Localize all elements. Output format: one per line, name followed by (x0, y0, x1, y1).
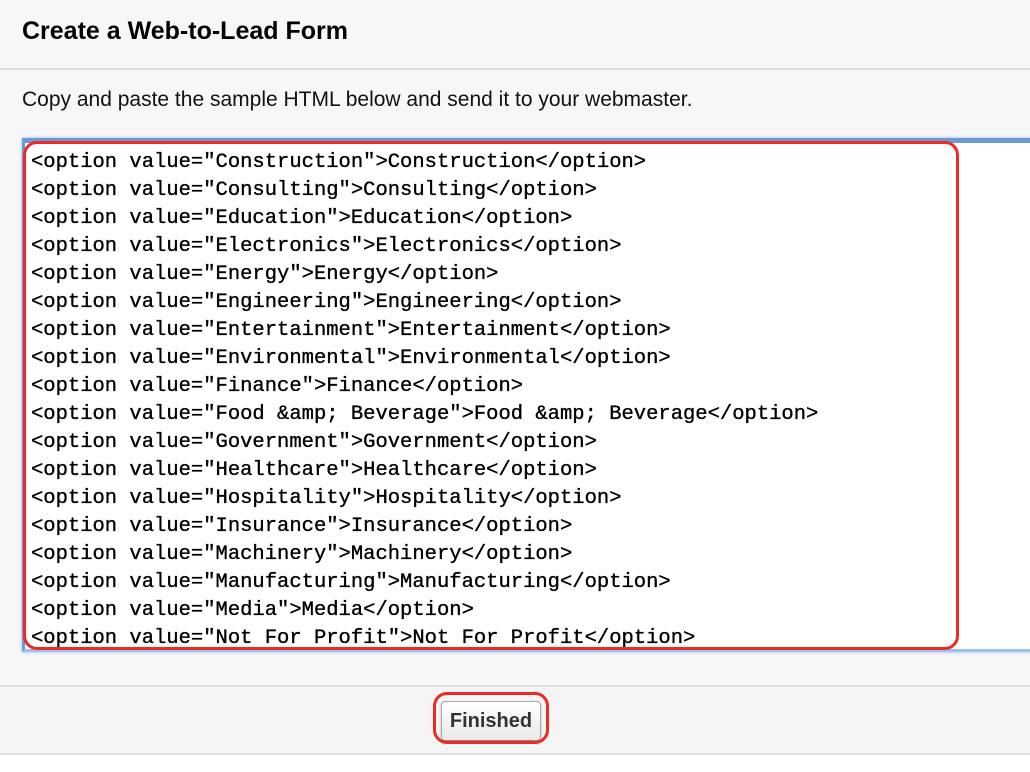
code-line: <option value="Media">Media</option> (31, 599, 474, 622)
code-line: <option value="Healthcare">Healthcare</o… (31, 459, 597, 482)
page-header: Create a Web-to-Lead Form (0, 0, 1030, 70)
code-line: <option value="Food &amp; Beverage">Food… (31, 403, 819, 426)
code-line: <option value="Manufacturing">Manufactur… (31, 571, 671, 594)
code-line: <option value="Energy">Energy</option> (31, 263, 499, 286)
code-line: <option value="Entertainment">Entertainm… (31, 319, 671, 342)
page-bottom (0, 755, 1030, 772)
code-line: <option value="Construction">Constructio… (31, 151, 647, 174)
code-line: <option value="Machinery">Machinery</opt… (31, 543, 573, 566)
code-line: <option value="Electronics">Electronics<… (31, 235, 622, 258)
code-line: <option value="Government">Government</o… (31, 431, 597, 454)
code-line: <option value="Consulting">Consulting</o… (31, 179, 597, 202)
code-line: <option value="Finance">Finance</option> (31, 375, 524, 398)
code-content[interactable]: <option value="Construction">Constructio… (25, 143, 1030, 650)
page-title: Create a Web-to-Lead Form (22, 17, 348, 45)
code-line: <option value="Insurance">Insurance</opt… (31, 515, 573, 538)
code-line: <option value="Hospitality">Hospitality<… (31, 487, 622, 510)
html-code-textarea[interactable]: <option value="Construction">Constructio… (22, 138, 1030, 652)
code-line: <option value="Engineering">Engineering<… (31, 291, 622, 314)
code-line: <option value="Education">Education</opt… (31, 207, 573, 230)
code-line: <option value="Environmental">Environmen… (31, 347, 671, 370)
finished-button[interactable]: Finished (441, 701, 541, 741)
instruction-text: Copy and paste the sample HTML below and… (22, 88, 693, 111)
code-line: <option value="Not For Profit">Not For P… (31, 627, 696, 650)
